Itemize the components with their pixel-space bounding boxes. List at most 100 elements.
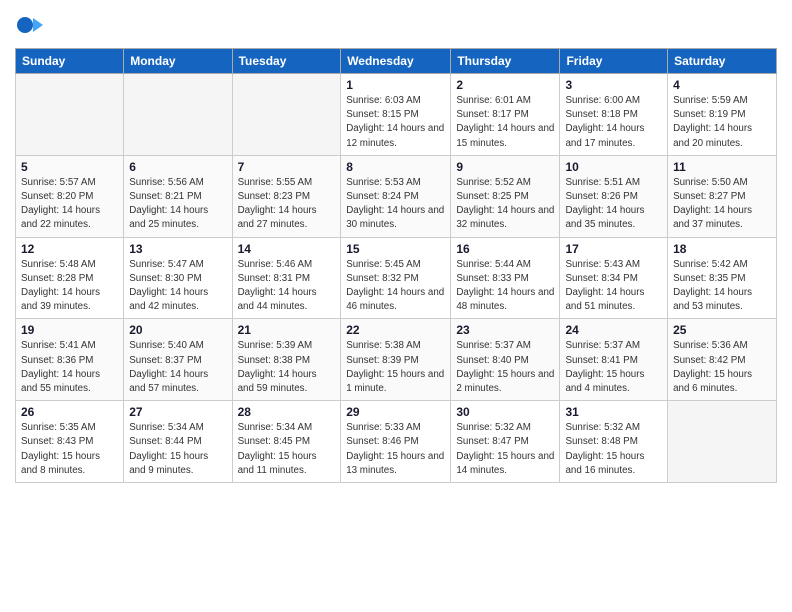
day-info: Sunrise: 5:41 AMSunset: 8:36 PMDaylight:…	[21, 339, 118, 396]
day-info: Sunrise: 5:33 AMSunset: 8:46 PMDaylight:…	[346, 421, 445, 478]
day-info: Sunrise: 5:43 AMSunset: 8:34 PMDaylight:…	[565, 258, 662, 315]
day-number: 31	[565, 405, 662, 419]
day-number: 25	[673, 323, 771, 337]
calendar-cell: 9Sunrise: 5:52 AMSunset: 8:25 PMDaylight…	[451, 155, 560, 237]
day-number: 23	[456, 323, 554, 337]
day-number: 7	[238, 160, 336, 174]
day-number: 17	[565, 242, 662, 256]
day-info: Sunrise: 5:39 AMSunset: 8:38 PMDaylight:…	[238, 339, 336, 396]
calendar-table: SundayMondayTuesdayWednesdayThursdayFrid…	[15, 48, 777, 483]
day-number: 19	[21, 323, 118, 337]
day-info: Sunrise: 5:34 AMSunset: 8:44 PMDaylight:…	[129, 421, 226, 478]
calendar-cell: 13 Sunrise: 5:47 AMSunset: 8:30 PMDayligh…	[124, 237, 232, 319]
calendar-cell: 18Sunrise: 5:42 AMSunset: 8:35 PMDayligh…	[668, 237, 777, 319]
day-number: 30	[456, 405, 554, 419]
calendar-cell: 17 Sunrise: 5:43 AMSunset: 8:34 PMDayligh…	[560, 237, 668, 319]
calendar-cell: 2Sunrise: 6:01 AMSunset: 8:17 PMDaylight…	[451, 74, 560, 156]
day-info: Sunrise: 5:42 AMSunset: 8:35 PMDaylight:…	[673, 258, 771, 315]
day-number: 13	[129, 242, 226, 256]
calendar-cell: 29 Sunrise: 5:33 AMSunset: 8:46 PMDayligh…	[341, 401, 451, 483]
calendar-cell: 15 Sunrise: 5:45 AMSunset: 8:32 PMDayligh…	[341, 237, 451, 319]
day-header: Wednesday	[341, 49, 451, 74]
calendar-cell: 14 Sunrise: 5:46 AMSunset: 8:31 PMDayligh…	[232, 237, 341, 319]
day-number: 4	[673, 78, 771, 92]
day-number: 1	[346, 78, 445, 92]
calendar-cell: 6Sunrise: 5:56 AMSunset: 8:21 PMDaylight…	[124, 155, 232, 237]
day-info: Sunrise: 5:40 AMSunset: 8:37 PMDaylight:…	[129, 339, 226, 396]
day-header: Monday	[124, 49, 232, 74]
day-info: Sunrise: 5:57 AMSunset: 8:20 PMDaylight:…	[21, 176, 118, 233]
day-info: Sunrise: 5:35 AMSunset: 8:43 PMDaylight:…	[21, 421, 118, 478]
calendar-cell: 10 Sunrise: 5:51 AMSunset: 8:26 PMDayligh…	[560, 155, 668, 237]
day-number: 8	[346, 160, 445, 174]
day-number: 14	[238, 242, 336, 256]
day-info: Sunrise: 5:32 AMSunset: 8:47 PMDaylight:…	[456, 421, 554, 478]
calendar-cell: 24 Sunrise: 5:37 AMSunset: 8:41 PMDayligh…	[560, 319, 668, 401]
calendar-cell	[232, 74, 341, 156]
calendar-cell: 19 Sunrise: 5:41 AMSunset: 8:36 PMDayligh…	[16, 319, 124, 401]
day-number: 29	[346, 405, 445, 419]
day-number: 16	[456, 242, 554, 256]
calendar-cell: 26 Sunrise: 5:35 AMSunset: 8:43 PMDayligh…	[16, 401, 124, 483]
day-info: Sunrise: 5:55 AMSunset: 8:23 PMDaylight:…	[238, 176, 336, 233]
day-header: Friday	[560, 49, 668, 74]
day-number: 5	[21, 160, 118, 174]
day-header: Thursday	[451, 49, 560, 74]
day-number: 20	[129, 323, 226, 337]
calendar-cell: 20 Sunrise: 5:40 AMSunset: 8:37 PMDayligh…	[124, 319, 232, 401]
calendar-row: 5 Sunrise: 5:57 AMSunset: 8:20 PMDaylight…	[16, 155, 777, 237]
calendar-cell: 11 Sunrise: 5:50 AMSunset: 8:27 PMDayligh…	[668, 155, 777, 237]
day-info: Sunrise: 5:38 AMSunset: 8:39 PMDaylight:…	[346, 339, 445, 396]
day-number: 3	[565, 78, 662, 92]
day-info: Sunrise: 5:45 AMSunset: 8:32 PMDaylight:…	[346, 258, 445, 315]
calendar-row: 1Sunrise: 6:03 AMSunset: 8:15 PMDaylight…	[16, 74, 777, 156]
day-info: Sunrise: 5:37 AMSunset: 8:40 PMDaylight:…	[456, 339, 554, 396]
day-info: Sunrise: 5:52 AMSunset: 8:25 PMDaylight:…	[456, 176, 554, 233]
day-info: Sunrise: 5:47 AMSunset: 8:30 PMDaylight:…	[129, 258, 226, 315]
day-number: 10	[565, 160, 662, 174]
day-number: 15	[346, 242, 445, 256]
day-info: Sunrise: 6:00 AMSunset: 8:18 PMDaylight:…	[565, 94, 662, 151]
calendar-row: 12 Sunrise: 5:48 AMSunset: 8:28 PMDayligh…	[16, 237, 777, 319]
calendar-cell: 1Sunrise: 6:03 AMSunset: 8:15 PMDaylight…	[341, 74, 451, 156]
calendar-cell: 5 Sunrise: 5:57 AMSunset: 8:20 PMDaylight…	[16, 155, 124, 237]
day-number: 12	[21, 242, 118, 256]
day-number: 26	[21, 405, 118, 419]
calendar-cell: 16 Sunrise: 5:44 AMSunset: 8:33 PMDayligh…	[451, 237, 560, 319]
header-row: SundayMondayTuesdayWednesdayThursdayFrid…	[16, 49, 777, 74]
day-number: 21	[238, 323, 336, 337]
calendar-page: SundayMondayTuesdayWednesdayThursdayFrid…	[0, 0, 792, 612]
logo-icon	[15, 10, 45, 40]
day-info: Sunrise: 5:48 AMSunset: 8:28 PMDaylight:…	[21, 258, 118, 315]
calendar-cell	[16, 74, 124, 156]
day-info: Sunrise: 5:36 AMSunset: 8:42 PMDaylight:…	[673, 339, 771, 396]
header	[15, 10, 777, 40]
day-info: Sunrise: 5:59 AMSunset: 8:19 PMDaylight:…	[673, 94, 771, 151]
calendar-cell: 27Sunrise: 5:34 AMSunset: 8:44 PMDayligh…	[124, 401, 232, 483]
calendar-cell	[668, 401, 777, 483]
day-number: 6	[129, 160, 226, 174]
day-info: Sunrise: 5:37 AMSunset: 8:41 PMDaylight:…	[565, 339, 662, 396]
day-info: Sunrise: 5:44 AMSunset: 8:33 PMDaylight:…	[456, 258, 554, 315]
day-info: Sunrise: 5:50 AMSunset: 8:27 PMDaylight:…	[673, 176, 771, 233]
day-info: Sunrise: 5:53 AMSunset: 8:24 PMDaylight:…	[346, 176, 445, 233]
calendar-cell: 4 Sunrise: 5:59 AMSunset: 8:19 PMDaylight…	[668, 74, 777, 156]
calendar-row: 19 Sunrise: 5:41 AMSunset: 8:36 PMDayligh…	[16, 319, 777, 401]
calendar-cell: 30 Sunrise: 5:32 AMSunset: 8:47 PMDayligh…	[451, 401, 560, 483]
calendar-cell: 3 Sunrise: 6:00 AMSunset: 8:18 PMDaylight…	[560, 74, 668, 156]
day-info: Sunrise: 5:46 AMSunset: 8:31 PMDaylight:…	[238, 258, 336, 315]
calendar-cell: 23 Sunrise: 5:37 AMSunset: 8:40 PMDayligh…	[451, 319, 560, 401]
calendar-cell	[124, 74, 232, 156]
day-info: Sunrise: 5:32 AMSunset: 8:48 PMDaylight:…	[565, 421, 662, 478]
calendar-cell: 28Sunrise: 5:34 AMSunset: 8:45 PMDayligh…	[232, 401, 341, 483]
day-info: Sunrise: 5:51 AMSunset: 8:26 PMDaylight:…	[565, 176, 662, 233]
calendar-cell: 21 Sunrise: 5:39 AMSunset: 8:38 PMDayligh…	[232, 319, 341, 401]
day-header: Saturday	[668, 49, 777, 74]
calendar-cell: 31 Sunrise: 5:32 AMSunset: 8:48 PMDayligh…	[560, 401, 668, 483]
day-number: 24	[565, 323, 662, 337]
calendar-cell: 8 Sunrise: 5:53 AMSunset: 8:24 PMDaylight…	[341, 155, 451, 237]
logo	[15, 10, 51, 40]
day-number: 11	[673, 160, 771, 174]
day-info: Sunrise: 5:34 AMSunset: 8:45 PMDaylight:…	[238, 421, 336, 478]
calendar-cell: 22Sunrise: 5:38 AMSunset: 8:39 PMDayligh…	[341, 319, 451, 401]
